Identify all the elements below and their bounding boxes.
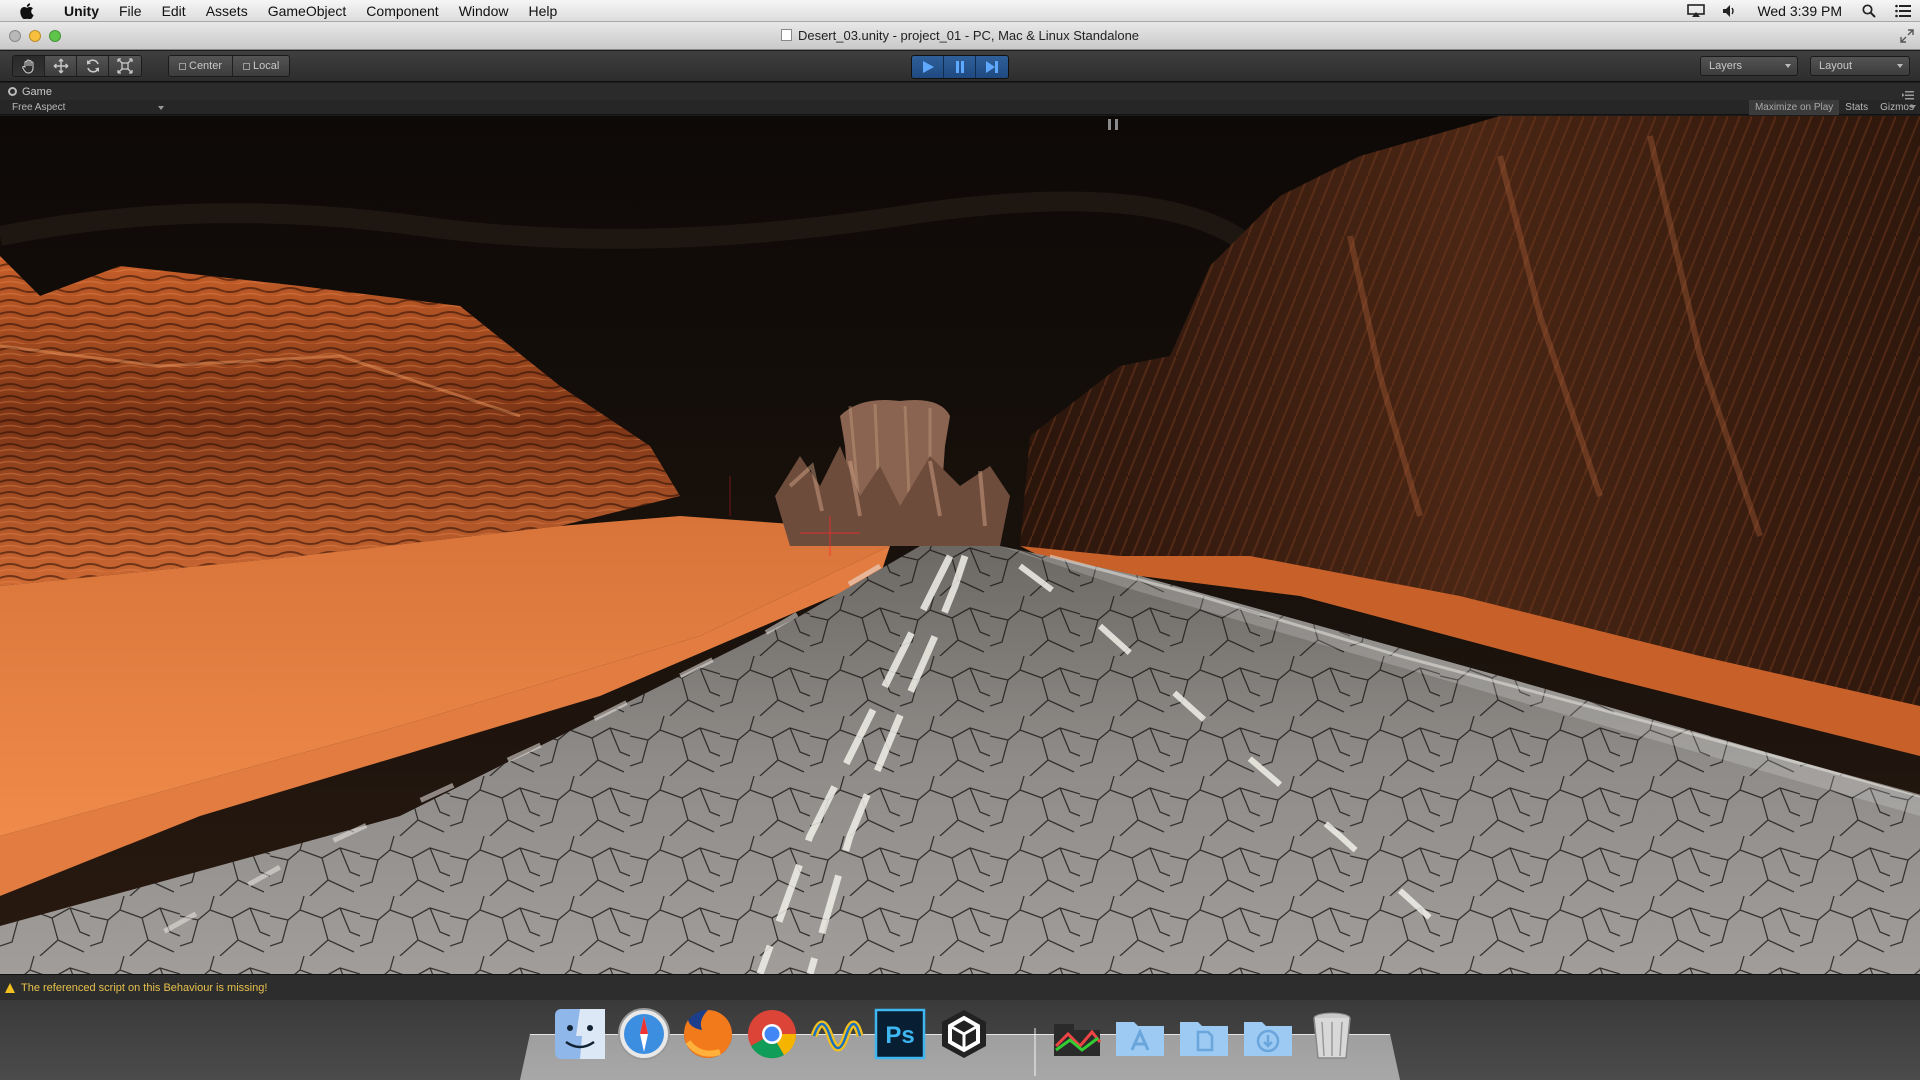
pivot-center-label: Center (189, 60, 223, 72)
photoshop-label: Ps (885, 1022, 914, 1049)
unity-icon[interactable] (934, 1004, 994, 1064)
menu-bar: Unity File Edit Assets GameObject Compon… (0, 0, 1920, 22)
warning-icon (5, 982, 15, 993)
game-tab-label: Game (22, 85, 52, 98)
gizmos-dropdown[interactable]: Gizmos (1874, 100, 1920, 115)
stats-toggle[interactable]: Stats (1839, 100, 1874, 115)
unity-toolbar: Center Local Layers Layout (0, 51, 1920, 82)
pause-indicator-icon (1108, 119, 1118, 130)
menu-file[interactable]: File (109, 0, 152, 22)
documents-folder-icon[interactable] (1174, 1004, 1234, 1064)
spotlight-search-icon[interactable] (1858, 0, 1880, 22)
photoshop-icon[interactable]: Ps (870, 1004, 930, 1064)
transform-tools (12, 55, 142, 77)
game-tab-icon (8, 87, 17, 96)
step-icon (986, 61, 998, 73)
layout-dropdown[interactable]: Layout (1810, 56, 1910, 76)
aspect-dropdown[interactable]: Free Aspect (12, 102, 164, 113)
chevron-down-icon (1910, 104, 1916, 109)
pause-button[interactable] (944, 56, 976, 78)
window-title: Desert_03.unity - project_01 - PC, Mac &… (797, 27, 1140, 43)
hand-tool-button[interactable] (13, 56, 45, 76)
play-button[interactable] (912, 56, 944, 78)
gizmos-dropdown-label: Gizmos (1880, 101, 1914, 113)
panel-menu-icon[interactable] (1902, 87, 1914, 100)
play-controls (911, 55, 1009, 79)
tab-game[interactable]: Game (8, 86, 52, 98)
console-status-bar[interactable]: The referenced script on this Behaviour … (0, 974, 1920, 1000)
fullscreen-icon[interactable] (1900, 29, 1914, 43)
menu-assets[interactable]: Assets (196, 0, 258, 22)
pause-icon (955, 61, 964, 73)
chevron-down-icon (1785, 64, 1791, 68)
menu-edit[interactable]: Edit (152, 0, 196, 22)
firefox-icon[interactable] (678, 1004, 738, 1064)
menu-clock[interactable]: Wed 3:39 PM (1747, 3, 1852, 19)
game-scene (0, 116, 1920, 974)
game-view-controls: Free Aspect Maximize on Play Stats Gizmo… (0, 99, 1920, 115)
downloads-folder-icon[interactable] (1238, 1004, 1298, 1064)
trash-icon[interactable] (1302, 1004, 1362, 1064)
volume-icon[interactable] (1719, 0, 1741, 22)
scale-icon (117, 58, 133, 74)
rotate-tool-button[interactable] (77, 56, 109, 76)
status-message: The referenced script on this Behaviour … (21, 981, 268, 994)
maximize-on-play-toggle[interactable]: Maximize on Play (1748, 99, 1840, 115)
game-view-tabbar: Game (0, 83, 1920, 100)
layers-dropdown[interactable]: Layers (1700, 56, 1798, 76)
pivot-toggles: Center Local (168, 55, 291, 77)
airplay-icon[interactable] (1685, 0, 1707, 22)
chevron-down-icon (1897, 64, 1903, 68)
play-icon (922, 61, 934, 73)
menu-window[interactable]: Window (449, 0, 519, 22)
rotate-icon (86, 59, 99, 73)
step-button[interactable] (976, 56, 1008, 78)
pivot-local-label: Local (253, 60, 280, 72)
move-icon (53, 58, 68, 74)
dock-separator (1034, 1028, 1036, 1076)
finder-icon[interactable] (550, 1004, 610, 1064)
apple-menu-icon[interactable] (16, 0, 38, 22)
scale-tool-button[interactable] (109, 56, 141, 76)
dock: Ps (550, 1000, 1370, 1080)
move-tool-button[interactable] (45, 56, 77, 76)
shark-fin-app-icon[interactable] (806, 1004, 866, 1064)
menu-component[interactable]: Component (356, 0, 448, 22)
pivot-center-icon (179, 62, 186, 70)
applications-folder-icon[interactable] (1110, 1004, 1170, 1064)
menu-gameobject[interactable]: GameObject (258, 0, 357, 22)
pivot-local-toggle[interactable]: Local (233, 56, 290, 76)
layout-dropdown-label: Layout (1819, 60, 1853, 72)
pivot-local-icon (243, 62, 251, 70)
game-viewport[interactable] (0, 116, 1920, 974)
window-title-bar: Desert_03.unity - project_01 - PC, Mac &… (0, 22, 1920, 50)
downloads-stack-icon[interactable] (1046, 1004, 1106, 1064)
chevron-down-icon (158, 105, 164, 110)
app-menu-unity[interactable]: Unity (54, 0, 109, 22)
pivot-center-toggle[interactable]: Center (169, 56, 234, 76)
hand-icon (21, 59, 34, 74)
notification-center-icon[interactable] (1892, 0, 1914, 22)
layers-dropdown-label: Layers (1709, 60, 1743, 72)
document-icon (780, 28, 792, 41)
aspect-dropdown-label: Free Aspect (12, 101, 66, 113)
chrome-icon[interactable] (742, 1004, 802, 1064)
safari-icon[interactable] (614, 1004, 674, 1064)
menu-help[interactable]: Help (518, 0, 567, 22)
